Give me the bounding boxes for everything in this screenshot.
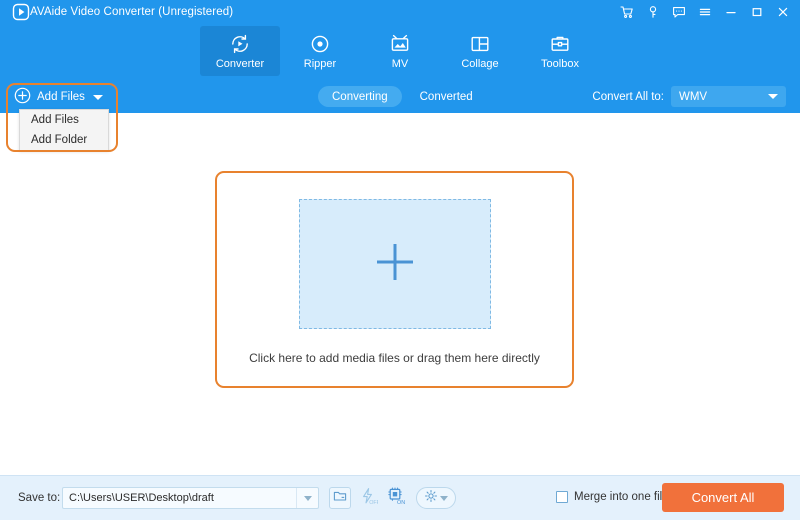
key-icon[interactable] [640,0,666,24]
nav-tab-label: Collage [461,58,499,70]
nav-tab-label: Toolbox [541,58,579,70]
svg-text:ON: ON [397,500,405,506]
toolbox-icon [548,32,572,56]
tab-converting[interactable]: Converting [318,86,402,107]
minimize-icon[interactable] [718,0,744,24]
gpu-acceleration-icon: ON [386,486,406,511]
settings-gear-icon [424,489,438,508]
save-to-label: Save to: [18,492,61,504]
save-path-value: C:\Users\USER\Desktop\draft [69,492,214,504]
dropzone-hint-text: Click here to add media files or drag th… [249,351,540,365]
app-window: AVAide Video Converter (Unregistered) Co… [0,0,800,520]
ripper-icon [308,32,332,56]
nav-tab-converter[interactable]: Converter [200,26,280,76]
nav-tab-label: Ripper [303,58,337,70]
open-folder-button[interactable] [329,487,351,509]
window-controls [614,0,796,24]
chevron-down-icon [768,94,778,99]
menu-item-add-folder[interactable]: Add Folder [20,130,108,150]
chevron-down-icon[interactable] [92,94,103,100]
convert-all-to-label: Convert All to: [592,90,664,103]
sub-toolbar: Add Files Converting Converted Convert A… [0,82,800,113]
status-segmented-control: Converting Converted [318,86,487,107]
nav-tab-label: MV [391,58,409,70]
app-title: AVAide Video Converter (Unregistered) [30,6,234,18]
convert-all-to-group: Convert All to: WMV [592,86,786,107]
dropzone-inner-area[interactable] [298,199,491,329]
feedback-icon[interactable] [666,0,692,24]
save-path-dropdown-button[interactable] [296,488,318,508]
play-logo-icon [6,3,30,21]
settings-button[interactable] [416,487,456,509]
gpu-acceleration-toggle[interactable]: ON [385,487,407,509]
save-path-input[interactable]: C:\Users\USER\Desktop\draft [62,487,319,509]
convert-all-button[interactable]: Convert All [662,483,784,512]
plus-circle-icon [14,87,31,107]
mv-icon [388,32,412,56]
svg-text:OFF: OFF [369,500,378,506]
cart-icon[interactable] [614,0,640,24]
nav-tab-toolbox[interactable]: Toolbox [520,26,600,76]
open-folder-icon [333,489,347,508]
output-format-value: WMV [679,90,708,103]
chevron-down-icon [440,495,448,501]
main-content: Click here to add media files or drag th… [0,113,800,475]
hardware-acceleration-toggle[interactable]: OFF [357,486,381,511]
add-files-label: Add Files [37,91,85,103]
chevron-down-icon [303,495,312,501]
tab-converted[interactable]: Converted [406,86,487,107]
checkbox-box [556,491,568,503]
add-files-button[interactable]: Add Files [14,86,103,108]
app-header: AVAide Video Converter (Unregistered) Co… [0,0,800,113]
menu-icon[interactable] [692,0,718,24]
nav-tab-label: Converter [215,58,265,70]
media-dropzone[interactable]: Click here to add media files or drag th… [215,171,574,388]
maximize-icon[interactable] [744,0,770,24]
nav-tab-collage[interactable]: Collage [440,26,520,76]
close-icon[interactable] [770,0,796,24]
collage-icon [468,32,492,56]
nav-tab-mv[interactable]: MV [360,26,440,76]
converter-icon [228,32,252,56]
merge-into-one-file-checkbox[interactable]: Merge into one file [556,491,669,503]
nav-tab-ripper[interactable]: Ripper [280,26,360,76]
title-bar: AVAide Video Converter (Unregistered) [0,0,800,24]
output-format-select[interactable]: WMV [671,86,786,107]
plus-icon [371,238,419,291]
main-nav-tabs: Converter Ripper MV Collage Toolbox [0,26,800,78]
add-files-dropdown-menu[interactable]: Add Files Add Folder [19,109,109,151]
merge-label: Merge into one file [574,491,669,503]
menu-item-add-files[interactable]: Add Files [20,110,108,130]
hardware-acceleration-icon: OFF [358,486,381,511]
